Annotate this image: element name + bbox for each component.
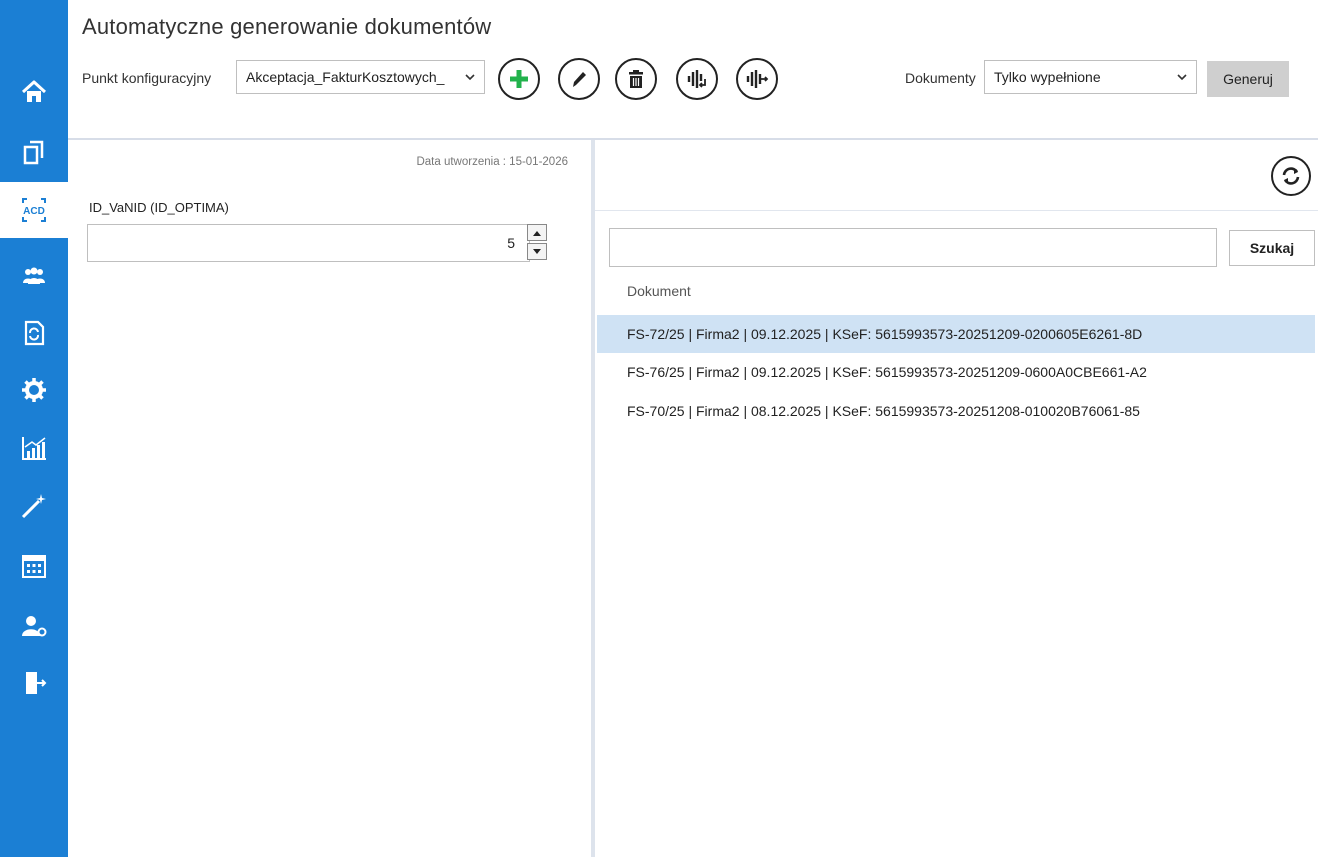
chart-icon — [22, 437, 46, 460]
sidebar-item-calendar[interactable] — [0, 538, 68, 594]
document-sync-icon — [24, 320, 45, 346]
field-label: ID_VaNID (ID_OPTIMA) — [89, 200, 229, 215]
add-button[interactable] — [498, 58, 540, 100]
trash-icon — [629, 70, 643, 88]
sidebar-item-documents[interactable] — [0, 124, 68, 180]
stepper-up-button[interactable] — [527, 224, 547, 241]
magic-wand-icon — [21, 494, 46, 519]
plus-icon — [510, 70, 528, 88]
users-icon — [23, 267, 45, 284]
sidebar-item-acd[interactable]: ACD — [0, 182, 68, 238]
home-icon — [21, 80, 47, 102]
import-button[interactable] — [676, 58, 718, 100]
creation-date: Data utworzenia : 15-01-2026 — [416, 156, 568, 168]
documents-label: Dokumenty — [905, 70, 976, 86]
id-numeric-input[interactable]: 5 — [87, 224, 530, 262]
export-button[interactable] — [736, 58, 778, 100]
sidebar-item-settings[interactable] — [0, 362, 68, 418]
documents-icon — [23, 140, 44, 165]
delete-button[interactable] — [615, 58, 657, 100]
acd-icon: ACD — [22, 198, 46, 222]
chevron-down-icon — [1177, 74, 1187, 81]
document-row[interactable]: FS-76/25 | Firma2 | 09.12.2025 | KSeF: 5… — [597, 353, 1315, 391]
sidebar-item-logout[interactable] — [0, 655, 68, 711]
refresh-icon — [1282, 167, 1300, 185]
export-bars-icon — [746, 70, 769, 88]
page-title: Automatyczne generowanie dokumentów — [82, 14, 492, 39]
generate-button[interactable]: Generuj — [1207, 61, 1289, 97]
document-row[interactable]: FS-72/25 | Firma2 | 09.12.2025 | KSeF: 5… — [597, 315, 1315, 353]
calendar-icon — [22, 555, 46, 578]
sidebar-item-home[interactable] — [0, 64, 68, 120]
sidebar: ACD — [0, 0, 68, 857]
config-point-label: Punkt konfiguracyjny — [82, 70, 212, 86]
sidebar-item-reports[interactable] — [0, 420, 68, 476]
sidebar-item-user-settings[interactable] — [0, 598, 68, 654]
exit-door-icon — [26, 672, 47, 694]
config-point-select[interactable]: Akceptacja_FakturKosztowych_ — [236, 60, 485, 94]
documents-filter-select[interactable]: Tylko wypełnione — [984, 60, 1197, 94]
column-header-document: Dokument — [627, 283, 691, 299]
config-point-value: Akceptacja_FakturKosztowych_ — [246, 69, 445, 85]
toolbar-divider — [595, 210, 1318, 211]
chevron-down-icon — [465, 74, 475, 81]
panel-splitter[interactable] — [591, 140, 595, 857]
sidebar-item-workflow[interactable] — [0, 305, 68, 361]
sidebar-item-users[interactable] — [0, 248, 68, 304]
search-button[interactable]: Szukaj — [1229, 230, 1315, 266]
documents-filter-value: Tylko wypełnione — [994, 69, 1101, 85]
import-bars-icon — [687, 70, 706, 88]
gear-icon — [22, 378, 46, 402]
acd-icon-text: ACD — [23, 206, 45, 217]
pencil-icon — [573, 72, 586, 87]
refresh-button[interactable] — [1271, 156, 1311, 196]
arrow-down-icon — [533, 248, 541, 254]
numeric-stepper — [527, 224, 551, 262]
document-row[interactable]: FS-70/25 | Firma2 | 08.12.2025 | KSeF: 5… — [597, 392, 1315, 430]
sidebar-item-wizard[interactable] — [0, 478, 68, 534]
arrow-up-icon — [533, 230, 541, 236]
user-gear-icon — [22, 616, 47, 637]
edit-button[interactable] — [558, 58, 600, 100]
stepper-down-button[interactable] — [527, 243, 547, 260]
header-divider — [68, 138, 1318, 140]
search-input[interactable] — [609, 228, 1217, 267]
